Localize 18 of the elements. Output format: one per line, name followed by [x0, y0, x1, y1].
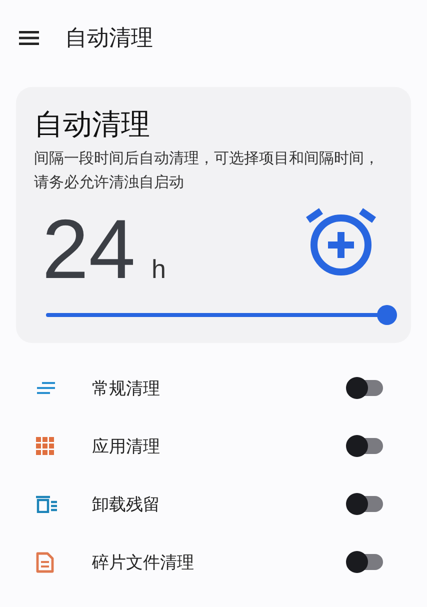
- lines-icon: [36, 382, 56, 394]
- menu-icon[interactable]: [19, 30, 39, 46]
- trash-icon: [36, 495, 58, 513]
- toggle-switch[interactable]: [349, 554, 383, 570]
- hours-unit: h: [151, 254, 166, 285]
- toggle-switch[interactable]: [349, 496, 383, 512]
- toggle-switch[interactable]: [349, 438, 383, 454]
- item-label: 应用清理: [92, 436, 161, 458]
- card-description: 间隔一段时间后自动清理，可选择项目和间隔时间，请务必允许清浊自启动: [34, 149, 380, 193]
- hours-value: 24: [42, 201, 136, 298]
- item-label: 常规清理: [92, 378, 161, 400]
- card-title: 自动清理: [34, 106, 151, 143]
- document-icon: [36, 552, 54, 572]
- app-bar-title: 自动清理: [65, 25, 153, 53]
- grid-icon: [36, 437, 54, 455]
- item-label: 碎片文件清理: [92, 552, 195, 574]
- toggle-switch[interactable]: [349, 380, 383, 396]
- item-label: 卸载残留: [92, 494, 161, 516]
